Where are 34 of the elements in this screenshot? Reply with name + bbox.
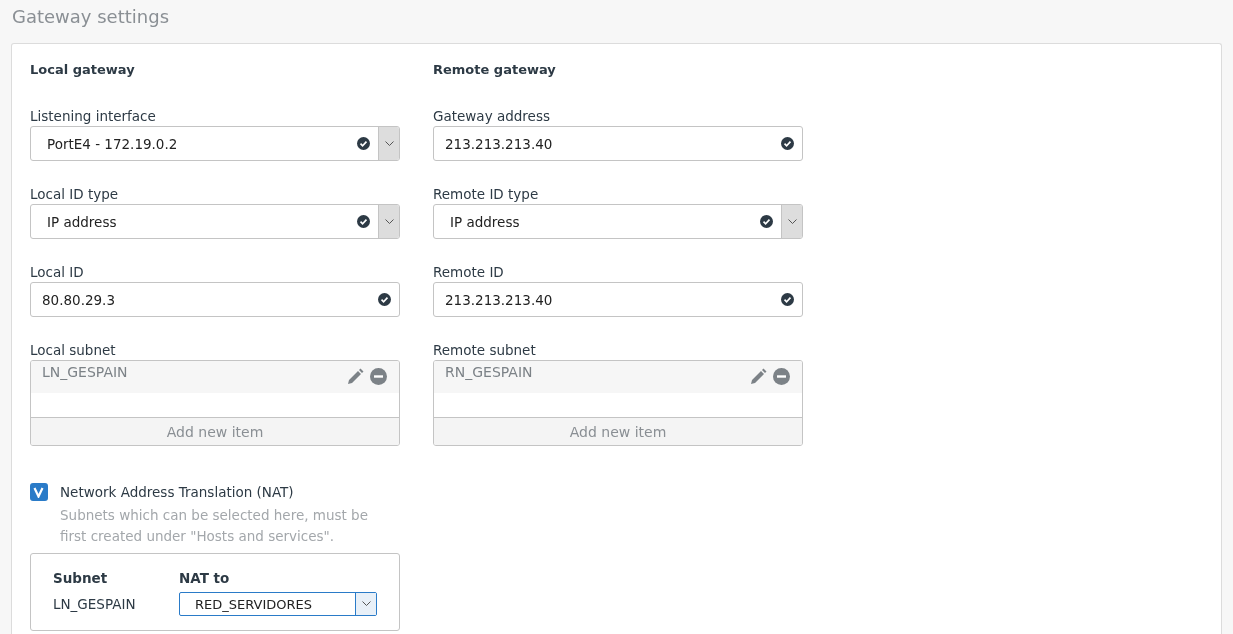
list-item-text: LN_GESPAIN <box>42 364 129 380</box>
dropdown[interactable]: IP address <box>433 204 803 239</box>
field-label: Listening interface <box>30 108 157 126</box>
column-header: NAT to <box>179 570 231 586</box>
input-field[interactable]: 80.80.29.3 <box>30 282 400 317</box>
chevron-down-icon <box>384 140 394 147</box>
checkbox-label: Network Address Translation (NAT) <box>60 484 294 500</box>
table-cell-text: LN_GESPAIN <box>53 596 137 612</box>
dropdown[interactable]: RED_SERVIDORES <box>179 592 377 616</box>
pencil-icon[interactable] <box>750 368 767 385</box>
section-heading: Local gateway <box>30 62 136 79</box>
input-field[interactable]: 213.213.213.40 <box>433 126 803 161</box>
list-item-text: RN_GESPAIN <box>445 364 534 380</box>
column-header: Subnet <box>53 570 109 586</box>
section-heading: Remote gateway <box>433 62 557 79</box>
field-label: Local ID type <box>30 186 120 204</box>
help-text: Subnets which can be selected here, must be first created under "Hosts and services". <box>60 506 369 546</box>
dropdown[interactable]: IP address <box>30 204 400 239</box>
field-label: Remote ID <box>433 264 505 282</box>
field-label: Remote ID type <box>433 186 540 204</box>
page-title: Gateway settings <box>12 6 171 29</box>
field-label: Local ID <box>30 264 85 282</box>
chevron-down-icon <box>384 218 394 225</box>
field-label: Remote subnet <box>433 342 537 360</box>
checkbox[interactable] <box>30 483 48 501</box>
chevron-down-icon <box>787 218 797 225</box>
pencil-icon[interactable] <box>347 368 364 385</box>
field-label: Gateway address <box>433 108 551 126</box>
field-label: Local subnet <box>30 342 117 360</box>
input-field[interactable]: 213.213.213.40 <box>433 282 803 317</box>
minus-circle-icon[interactable] <box>370 368 387 385</box>
chevron-down-icon <box>361 601 371 607</box>
minus-circle-icon[interactable] <box>773 368 790 385</box>
dropdown[interactable]: PortE4 - 172.19.0.2 <box>30 126 400 161</box>
